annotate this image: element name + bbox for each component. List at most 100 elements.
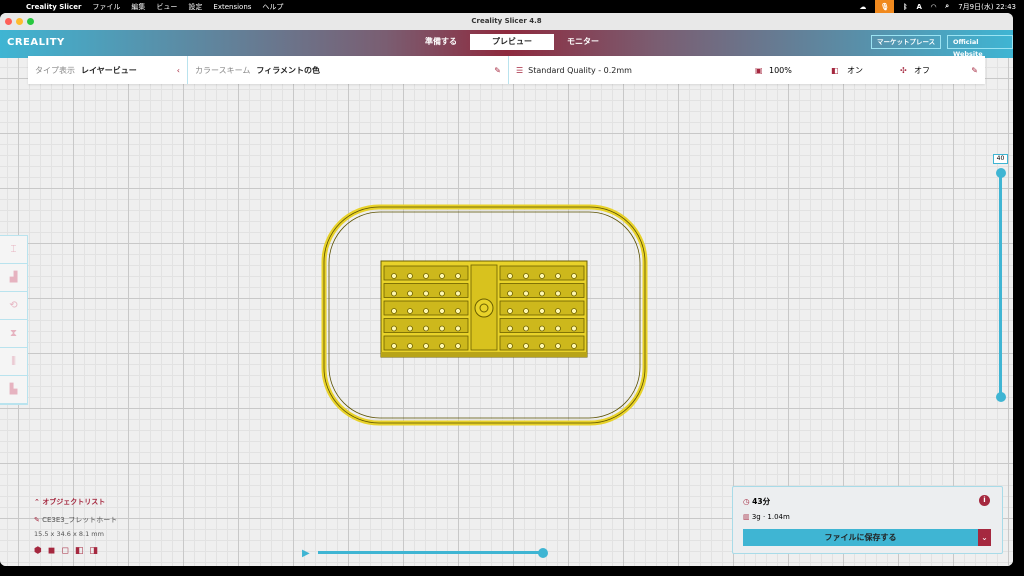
mic-icon[interactable]: 🎙 [875, 0, 895, 13]
slot-hole [391, 325, 397, 332]
view-top-icon[interactable]: ◻ [61, 546, 74, 556]
view-type-label: タイプ表示 [35, 65, 75, 75]
slot-hole [423, 273, 429, 279]
clock-text[interactable]: 7月9日(水) 22:43 [958, 2, 1016, 12]
tab-preview[interactable]: プレビュー [470, 34, 554, 50]
fret-plate [380, 260, 588, 358]
view-type-selector[interactable]: タイプ表示 レイヤービュー ‹ [28, 56, 188, 84]
marketplace-button[interactable]: マーケットプレース [871, 35, 942, 49]
per-model-settings-icon[interactable]: ⫼ [0, 348, 27, 376]
slot-hole [507, 308, 513, 314]
slot-hole [455, 343, 461, 349]
menu-file[interactable]: ファイル [92, 2, 120, 12]
menu-view[interactable]: ビュー [156, 2, 177, 12]
pencil-icon[interactable]: ✎ [971, 66, 978, 75]
view-front-icon[interactable]: ◼ [48, 546, 61, 556]
layer-slider-top-handle[interactable] [995, 168, 1006, 178]
slot-hole [507, 273, 513, 279]
slot-hole [539, 325, 545, 332]
search-icon[interactable]: ⌕ [945, 2, 949, 11]
layer-slider[interactable] [995, 168, 1006, 402]
tab-monitor[interactable]: モニター [554, 34, 612, 50]
view-3d-icon[interactable]: ⬢ [34, 546, 48, 556]
slot-hole [555, 273, 561, 279]
close-button[interactable] [5, 18, 12, 25]
scale-tool-icon[interactable]: ▟ [0, 264, 27, 292]
color-scheme-selector[interactable]: カラースキーム フィラメントの色 ✎ [188, 56, 509, 84]
slot-hole [571, 290, 577, 297]
rotate-tool-icon[interactable]: ⟲ [0, 292, 27, 320]
slot-hole [439, 290, 445, 297]
slot-hole [571, 308, 577, 314]
support-blocker-icon[interactable]: ▙ [0, 376, 27, 404]
window-title: Creality Slicer 4.8 [471, 17, 542, 25]
slot-hole [455, 273, 461, 279]
app-window: Creality Slicer 4.8 CREALITY 準備する プレビュー … [0, 13, 1013, 566]
slot-hole [439, 273, 445, 279]
menu-edit[interactable]: 編集 [131, 2, 145, 12]
object-list-toggle[interactable]: ⌃ オブジェクトリスト [34, 497, 117, 507]
slot-hole [539, 273, 545, 279]
save-to-file-button[interactable]: ファイルに保存する [743, 529, 978, 546]
save-options-dropdown[interactable]: ⌄ [978, 529, 991, 546]
slot-hole [439, 308, 445, 314]
zoom-button[interactable] [27, 18, 34, 25]
title-bar: Creality Slicer 4.8 [0, 13, 1013, 30]
slot-hole [523, 273, 529, 279]
view-type-value: レイヤービュー [81, 65, 137, 75]
slot-hole [555, 343, 561, 349]
menu-help[interactable]: ヘルプ [262, 2, 283, 12]
view-left-icon[interactable]: ◧ [75, 546, 90, 556]
menu-settings[interactable]: 設定 [188, 2, 202, 12]
print-info-panel: ◷ 43分 ▥ 3g · 1.04m i ファイルに保存する ⌄ [732, 486, 1003, 554]
infill-value: 100% [769, 65, 792, 75]
menu-extensions[interactable]: Extensions [213, 3, 251, 11]
move-tool-icon[interactable]: ⌶ [0, 236, 27, 264]
slot-hole [539, 308, 545, 314]
pencil-icon[interactable]: ✎ [494, 66, 501, 75]
slot-hole [455, 308, 461, 314]
layer-number[interactable]: 40 [993, 154, 1008, 164]
menu-bar: Creality Slicer ファイル 編集 ビュー 設定 Extension… [0, 0, 1024, 13]
object-list-title: オブジェクトリスト [42, 498, 106, 506]
profile-icon: ☰ [516, 65, 524, 75]
slot-hole [507, 343, 513, 349]
wifi-icon[interactable]: ◠ [931, 3, 936, 11]
slot-hole [523, 343, 529, 349]
slot-hole [523, 308, 529, 314]
slot-hole [539, 290, 545, 297]
slot-hole [407, 290, 413, 297]
filament-icon: ▥ [743, 513, 752, 521]
material-usage: 3g · 1.04m [751, 513, 790, 521]
layer-slider-bottom-handle[interactable] [995, 392, 1006, 402]
pencil-icon[interactable]: ✎ [34, 516, 42, 524]
slot-hole [391, 273, 397, 279]
slot-hole [555, 308, 561, 314]
slot-hole [423, 325, 429, 332]
playback-handle[interactable] [538, 547, 548, 558]
bluetooth-icon[interactable]: ᛒ [903, 3, 907, 11]
color-scheme-value: フィラメントの色 [256, 65, 320, 75]
slot-hole [423, 308, 429, 314]
tab-prepare[interactable]: 準備する [412, 34, 470, 50]
slot-hole [539, 343, 545, 349]
cloud-icon[interactable]: ☁ [859, 3, 866, 11]
chevron-left-icon[interactable]: ‹ [177, 66, 180, 75]
official-website-button[interactable]: Official Website [947, 35, 1013, 58]
slot-hole [555, 290, 561, 297]
minimize-button[interactable] [16, 18, 23, 25]
slot-hole [523, 290, 529, 297]
print-settings[interactable]: ☰ Standard Quality - 0.2mm ▣ 100% ◧ オン ✣… [509, 56, 985, 84]
menu-app-name[interactable]: Creality Slicer [26, 3, 81, 11]
slot-hole [391, 308, 397, 314]
view-right-icon[interactable]: ◨ [89, 546, 104, 556]
play-button[interactable]: ▶ [302, 548, 310, 559]
mirror-tool-icon[interactable]: ⧗ [0, 320, 27, 348]
support-value: オン [847, 65, 863, 75]
input-icon[interactable]: A [916, 3, 921, 11]
print-time: 43分 [752, 497, 771, 506]
creality-logo: CREALITY [7, 37, 65, 48]
object-name[interactable]: CE3E3_フレットホート [42, 516, 117, 524]
playback-slider[interactable] [318, 547, 548, 558]
info-icon[interactable]: i [979, 495, 990, 506]
